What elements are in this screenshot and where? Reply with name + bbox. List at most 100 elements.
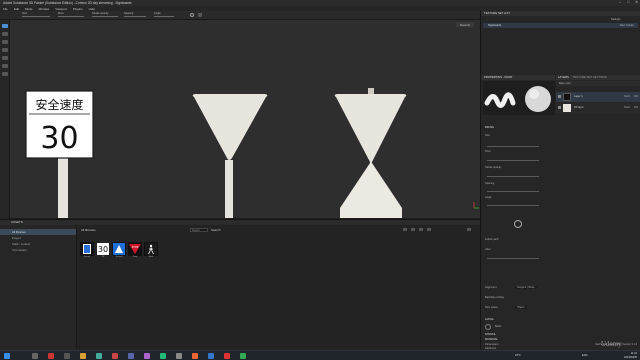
list-view-icon[interactable] — [467, 228, 471, 231]
alpha-thumbnail[interactable] — [485, 324, 491, 330]
app-icon[interactable] — [176, 353, 182, 359]
assets-search-input[interactable]: Search — [190, 227, 208, 232]
prop-angle-slider[interactable] — [487, 205, 539, 206]
prop-flow-label: Flow — [485, 150, 491, 153]
prop-stroke-opacity-slider[interactable] — [487, 176, 539, 177]
menu-plugins[interactable]: Plugins — [73, 7, 83, 11]
texture-set-settings-button[interactable]: Settings — [611, 18, 620, 21]
visibility-eye-icon[interactable] — [558, 106, 561, 109]
asset-thumb-label: 30 — [101, 256, 105, 258]
stop-sign-icon: STOP — [129, 244, 141, 254]
eraser-icon[interactable] — [2, 32, 8, 36]
prop-size-space-select[interactable]: Object — [515, 306, 527, 309]
menu-edit[interactable]: Edit — [14, 7, 19, 11]
browser-icon[interactable] — [96, 353, 102, 359]
import-icon[interactable] — [427, 228, 431, 231]
layer-opacity[interactable]: 100 — [634, 95, 638, 98]
texture-set-shader[interactable]: Main shader — [620, 24, 634, 27]
menu-file[interactable]: File — [3, 7, 8, 11]
texture-set-list-header: TEXTURE SET LIST — [481, 11, 640, 16]
asset-thumb-label: Stop — [132, 256, 138, 258]
minimize-button[interactable]: – — [619, 0, 621, 4]
sort-icon[interactable] — [411, 228, 415, 231]
projection-icon[interactable] — [2, 40, 8, 44]
speed-sign-top-text: 安全速度 — [35, 97, 83, 112]
texture-set-name: Signboards — [488, 24, 502, 27]
layer-opacity[interactable]: 100 — [634, 106, 638, 109]
app-icon[interactable] — [128, 353, 134, 359]
speed-limit-sign: 安全速度 30 — [25, 90, 94, 218]
tab-texture-set-settings[interactable]: TEXTURE SET SETTINGS — [573, 75, 607, 80]
app-icon[interactable] — [192, 353, 198, 359]
tab-layers[interactable]: LAYERS — [558, 75, 569, 80]
menu-help[interactable]: Help — [89, 7, 95, 11]
clone-icon[interactable] — [2, 64, 8, 68]
windows-start-icon[interactable] — [4, 353, 10, 359]
app-icon[interactable] — [224, 353, 230, 359]
hourglass-sign — [334, 88, 407, 218]
symmetry-icon[interactable] — [190, 13, 194, 17]
search-icon[interactable] — [32, 353, 38, 359]
painter-app-icon[interactable] — [112, 353, 118, 359]
stroke-opacity-slider[interactable] — [92, 16, 118, 17]
speed-sign-number: 30 — [40, 121, 78, 156]
school-sign-icon — [113, 243, 125, 255]
menu-mode[interactable]: Mode — [25, 7, 33, 11]
visibility-eye-icon[interactable] — [558, 95, 561, 98]
layers-toolbar: Base color — [556, 81, 640, 86]
flow-slider[interactable] — [58, 16, 84, 17]
filter-icon[interactable] — [403, 228, 407, 231]
app-icon[interactable] — [144, 353, 150, 359]
assets-filter-label: All libraries — [81, 227, 96, 232]
app-icon[interactable] — [160, 353, 166, 359]
grid-icon[interactable] — [198, 13, 202, 17]
texture-set-row[interactable]: Signboards Main shader — [483, 23, 638, 28]
asset-thumb-label: School — [115, 256, 123, 258]
brush-stroke-preview — [484, 86, 551, 112]
tool-strip — [0, 20, 10, 220]
prop-spacing-slider[interactable] — [487, 191, 539, 192]
layer-channel-select[interactable]: Base color — [559, 82, 571, 85]
language-indicator[interactable]: ENG — [582, 354, 588, 357]
viewport-3d[interactable]: Material 安全速度 30 — [10, 20, 480, 218]
task-view-icon[interactable] — [64, 353, 70, 359]
layer-blend-mode[interactable]: Norm — [624, 106, 630, 109]
asset-thumb-30[interactable]: 30 — [96, 242, 110, 256]
prop-size-slider[interactable] — [487, 146, 539, 147]
smudge-icon[interactable] — [2, 56, 8, 60]
angle-slider[interactable] — [154, 16, 174, 17]
udemy-watermark: Udemy — [601, 340, 622, 348]
system-clock[interactable]: 11:24 2024/04/05 — [624, 352, 637, 359]
spacing-slider[interactable] — [124, 16, 146, 17]
prop-alignment-label: Alignment — [485, 286, 497, 289]
asset-thumb-walk[interactable] — [144, 242, 158, 256]
asset-thumb-stop[interactable]: STOP — [128, 242, 142, 256]
view-mode-icon[interactable] — [419, 228, 423, 231]
menu-viewport[interactable]: Viewport — [55, 7, 67, 11]
weather-temp[interactable]: 18°C — [515, 354, 521, 357]
asset-thumb-school[interactable] — [112, 242, 126, 256]
angle-dial[interactable] — [514, 220, 522, 228]
file-explorer-icon[interactable] — [80, 353, 86, 359]
asset-thumb-speed[interactable] — [80, 242, 94, 256]
maximize-button[interactable]: □ — [627, 0, 629, 4]
assets-nav-yours[interactable]: Your assets — [0, 247, 76, 253]
app-icon[interactable] — [208, 353, 214, 359]
layer-row[interactable]: Fill layer Norm 100 — [556, 103, 640, 113]
window-title: Adobe Substance 3D Painter (Substance Ed… — [3, 1, 132, 5]
prop-jitter-slider[interactable] — [487, 258, 539, 259]
close-button[interactable]: ✕ — [635, 0, 638, 4]
layer-row[interactable]: Layer 1 Norm 100 — [556, 92, 640, 102]
prop-alignment-select[interactable]: Tangent | Wrap — [515, 286, 537, 289]
menu-window[interactable]: Window — [39, 7, 50, 11]
toolbar-size-label: Size — [22, 12, 28, 15]
layer-blend-mode[interactable]: Norm — [624, 95, 630, 98]
picker-icon[interactable] — [2, 72, 8, 76]
app-icon[interactable] — [48, 353, 54, 359]
app-icon[interactable] — [240, 353, 246, 359]
prop-flow-slider[interactable] — [487, 160, 539, 161]
geometry-fill-icon[interactable] — [2, 48, 8, 52]
size-slider[interactable] — [22, 16, 50, 17]
right-panels: TEXTURE SET LIST Settings Signboards Mai… — [480, 11, 640, 350]
paint-brush-icon[interactable] — [2, 24, 8, 28]
